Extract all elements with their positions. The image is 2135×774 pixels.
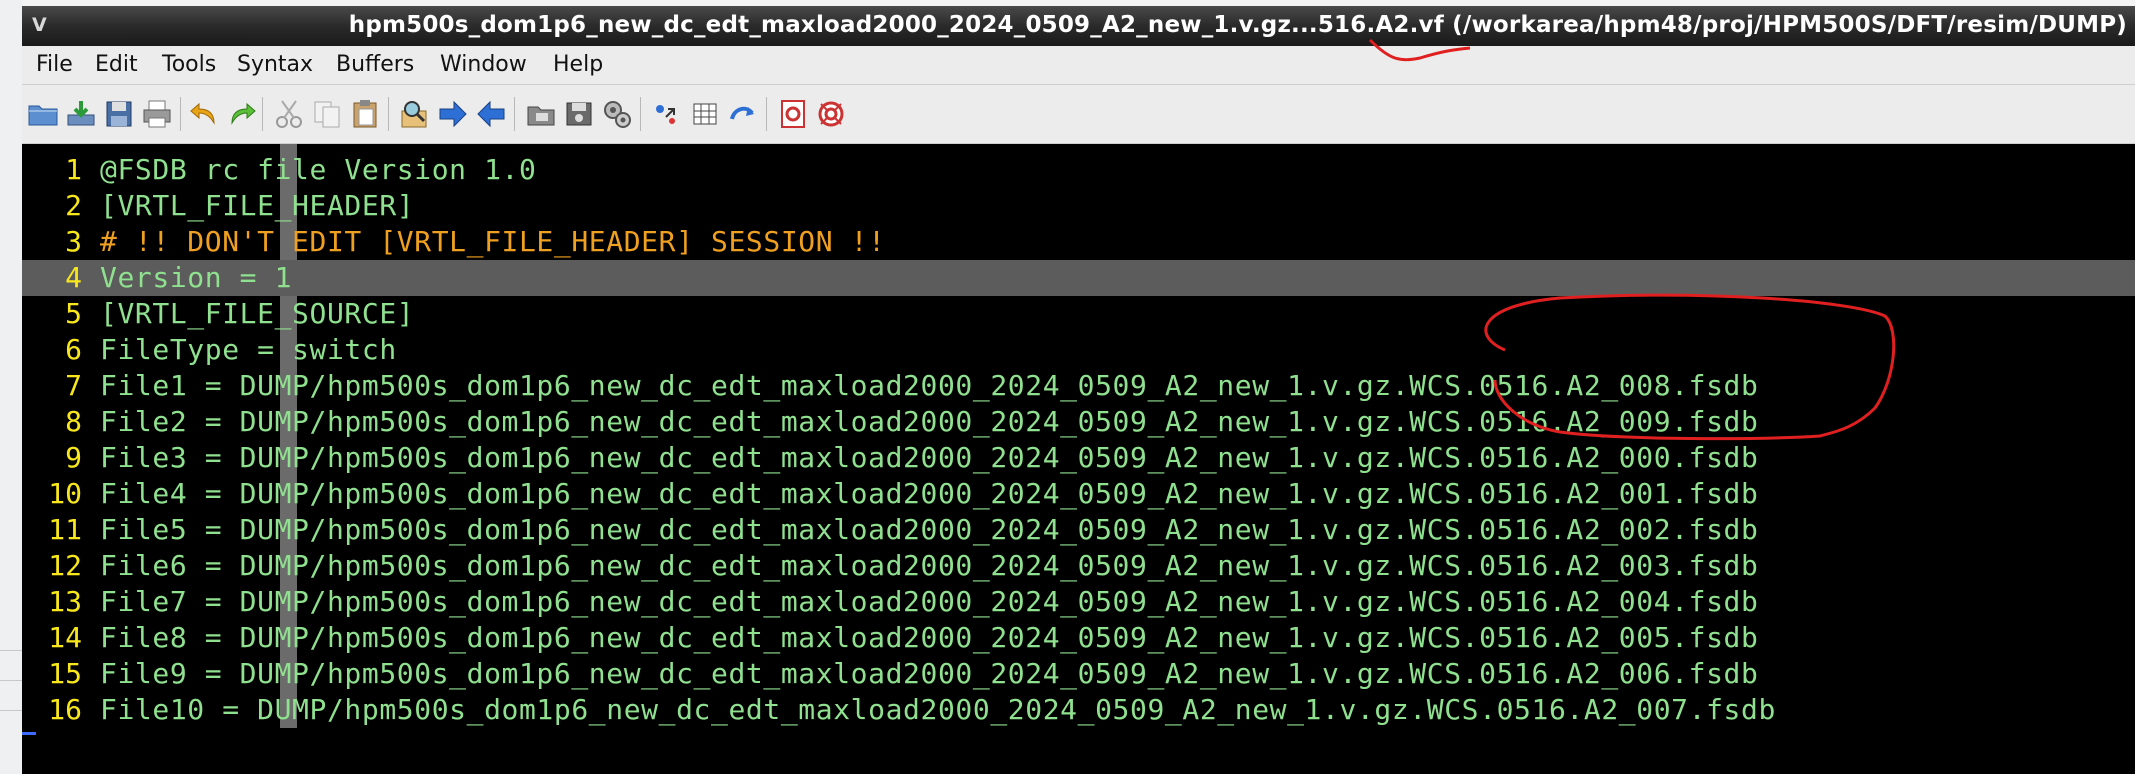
line-text: File9 = DUMP/hpm500s_dom1p6_new_dc_edt_m… xyxy=(100,657,1759,690)
editor-line[interactable]: 4 Version = 1 xyxy=(22,260,2135,296)
window-title: hpm500s_dom1p6_new_dc_edt_maxload2000_20… xyxy=(348,12,2127,38)
save-download-icon[interactable] xyxy=(64,97,98,131)
line-text: FileType = switch xyxy=(100,333,397,366)
editor-line[interactable]: 3 # !! DON'T EDIT [VRTL_FILE_HEADER] SESS… xyxy=(22,224,2135,260)
editor-line[interactable]: 6 FileType = switch xyxy=(22,332,2135,368)
editor-empty-area xyxy=(22,728,2135,774)
editor-line[interactable]: 16 File10 = DUMP/hpm500s_dom1p6_new_dc_ed… xyxy=(22,692,2135,728)
copy-icon[interactable] xyxy=(310,97,344,131)
save-session-icon[interactable] xyxy=(562,97,596,131)
editor-line[interactable]: 2 [VRTL_FILE_HEADER] xyxy=(22,188,2135,224)
editor-line[interactable]: 10 File4 = DUMP/hpm500s_dom1p6_new_dc_edt… xyxy=(22,476,2135,512)
tags-icon[interactable] xyxy=(688,97,722,131)
line-text: File7 = DUMP/hpm500s_dom1p6_new_dc_edt_m… xyxy=(100,585,1759,618)
menu-file[interactable]: File xyxy=(36,52,73,77)
line-number: 6 xyxy=(65,333,82,366)
run-script-icon[interactable] xyxy=(600,97,634,131)
cut-icon[interactable] xyxy=(272,97,306,131)
line-text: # !! DON'T EDIT [VRTL_FILE_HEADER] SESSI… xyxy=(100,225,886,258)
editor-line[interactable]: 8 File2 = DUMP/hpm500s_dom1p6_new_dc_edt_… xyxy=(22,404,2135,440)
line-number: 11 xyxy=(48,513,82,546)
find-help-icon[interactable] xyxy=(814,97,848,131)
toolbar-separator xyxy=(766,97,767,131)
gvim-icon: V xyxy=(32,14,47,36)
line-number: 10 xyxy=(48,477,82,510)
title-bar[interactable]: V hpm500s_dom1p6_new_dc_edt_maxload2000_… xyxy=(22,6,2135,46)
end-of-buffer-marker xyxy=(22,732,36,735)
print-icon[interactable] xyxy=(140,97,174,131)
line-number: 15 xyxy=(48,657,82,690)
back-icon[interactable] xyxy=(474,97,508,131)
background-spreadsheet-edge xyxy=(0,0,23,774)
toolbar-separator xyxy=(514,97,515,131)
line-text: File6 = DUMP/hpm500s_dom1p6_new_dc_edt_m… xyxy=(100,549,1759,582)
save-icon[interactable] xyxy=(102,97,136,131)
line-text: File8 = DUMP/hpm500s_dom1p6_new_dc_edt_m… xyxy=(100,621,1759,654)
editor-line[interactable]: 14 File8 = DUMP/hpm500s_dom1p6_new_dc_edt… xyxy=(22,620,2135,656)
editor-line[interactable]: 5 [VRTL_FILE_SOURCE] xyxy=(22,296,2135,332)
toolbar-separator xyxy=(180,97,181,131)
jump-tag-icon[interactable] xyxy=(726,97,760,131)
line-number: 14 xyxy=(48,621,82,654)
menu-help[interactable]: Help xyxy=(553,52,603,77)
line-text: [VRTL_FILE_SOURCE] xyxy=(100,297,415,330)
editor-line[interactable]: 13 File7 = DUMP/hpm500s_dom1p6_new_dc_edt… xyxy=(22,584,2135,620)
line-text: File3 = DUMP/hpm500s_dom1p6_new_dc_edt_m… xyxy=(100,441,1759,474)
load-session-icon[interactable] xyxy=(524,97,558,131)
line-number: 3 xyxy=(65,225,82,258)
line-number: 13 xyxy=(48,585,82,618)
menu-bar: File Edit Tools Syntax Buffers Window He… xyxy=(22,46,2135,85)
help-icon[interactable] xyxy=(776,97,810,131)
vim-window: V hpm500s_dom1p6_new_dc_edt_maxload2000_… xyxy=(22,6,2135,774)
line-number: 1 xyxy=(65,153,82,186)
forward-icon[interactable] xyxy=(436,97,470,131)
line-text: File2 = DUMP/hpm500s_dom1p6_new_dc_edt_m… xyxy=(100,405,1759,438)
menu-tools[interactable]: Tools xyxy=(162,52,216,77)
editor-line[interactable]: 11 File5 = DUMP/hpm500s_dom1p6_new_dc_edt… xyxy=(22,512,2135,548)
line-text: File5 = DUMP/hpm500s_dom1p6_new_dc_edt_m… xyxy=(100,513,1759,546)
redo-icon[interactable] xyxy=(224,97,258,131)
line-text: Version = 1 xyxy=(100,261,293,294)
make-icon[interactable] xyxy=(650,97,684,131)
menu-buffers[interactable]: Buffers xyxy=(336,52,414,77)
line-number: 12 xyxy=(48,549,82,582)
line-number: 5 xyxy=(65,297,82,330)
line-number: 4 xyxy=(65,261,82,294)
undo-icon[interactable] xyxy=(188,97,222,131)
menu-window[interactable]: Window xyxy=(440,52,527,77)
editor-line[interactable]: 1 @FSDB rc file Version 1.0 xyxy=(22,152,2135,188)
toolbar-separator xyxy=(640,97,641,131)
paste-icon[interactable] xyxy=(348,97,382,131)
find-replace-icon[interactable] xyxy=(398,97,432,131)
line-number: 16 xyxy=(48,693,82,726)
line-number: 9 xyxy=(65,441,82,474)
line-text: [VRTL_FILE_HEADER] xyxy=(100,189,415,222)
editor-line[interactable]: 9 File3 = DUMP/hpm500s_dom1p6_new_dc_edt_… xyxy=(22,440,2135,476)
line-text: File4 = DUMP/hpm500s_dom1p6_new_dc_edt_m… xyxy=(100,477,1759,510)
editor-line[interactable]: 15 File9 = DUMP/hpm500s_dom1p6_new_dc_edt… xyxy=(22,656,2135,692)
editor-line[interactable]: 12 File6 = DUMP/hpm500s_dom1p6_new_dc_edt… xyxy=(22,548,2135,584)
line-number: 8 xyxy=(65,405,82,438)
text-editor[interactable]: 1 @FSDB rc file Version 1.0 2 [VRTL_FILE_HE… xyxy=(22,144,2135,774)
line-number: 2 xyxy=(65,189,82,222)
menu-edit[interactable]: Edit xyxy=(95,52,138,77)
line-number: 7 xyxy=(65,369,82,402)
toolbar xyxy=(22,85,2135,144)
line-text: File10 = DUMP/hpm500s_dom1p6_new_dc_edt_… xyxy=(100,693,1776,726)
line-text: File1 = DUMP/hpm500s_dom1p6_new_dc_edt_m… xyxy=(100,369,1759,402)
editor-line[interactable]: 7 File1 = DUMP/hpm500s_dom1p6_new_dc_edt_… xyxy=(22,368,2135,404)
open-icon[interactable] xyxy=(26,97,60,131)
toolbar-separator xyxy=(262,97,263,131)
menu-syntax[interactable]: Syntax xyxy=(237,52,313,77)
toolbar-separator xyxy=(388,97,389,131)
line-text: @FSDB rc file Version 1.0 xyxy=(100,153,537,186)
